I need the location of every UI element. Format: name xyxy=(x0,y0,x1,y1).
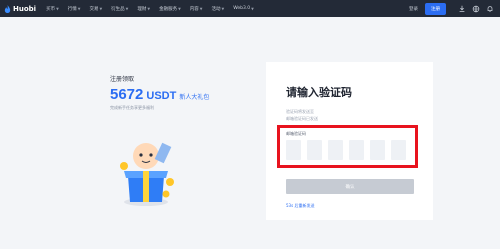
nav-item-finance[interactable]: 金融服务 ▼ xyxy=(159,6,181,12)
nav-label: 活动 xyxy=(211,6,221,12)
resend-code-link[interactable]: 53s 后重新发送 xyxy=(286,203,314,209)
chevron-down-icon: ▼ xyxy=(178,6,181,11)
chevron-down-icon: ▼ xyxy=(77,6,81,11)
send-info-text: 验证码将发送至 xyxy=(286,109,314,114)
promo-gift-label: 新人大礼包 xyxy=(179,94,210,101)
confirm-button[interactable]: 确认 xyxy=(286,179,414,194)
nav-label: 内容 xyxy=(189,6,199,12)
promo-subtitle: 完成新手任务享更多福利 xyxy=(110,105,154,110)
top-navbar: Huobi 买币 ▼ 行情 ▼ 交易 ▼ 衍生品 ▼ 理财 ▼ 金融服务 ▼ 内容 ▼ 活动 ▼… xyxy=(0,0,500,17)
promo-unit: USDT xyxy=(146,90,177,102)
nav-label: 行情 xyxy=(67,6,77,12)
chevron-down-icon: ▼ xyxy=(251,6,254,11)
download-icon[interactable] xyxy=(458,5,466,13)
main-nav: 买币 ▼ 行情 ▼ 交易 ▼ 衍生品 ▼ 理财 ▼ 金融服务 ▼ 内容 ▼ 活动 ▼ Web3.… xyxy=(46,6,263,12)
register-button[interactable]: 注册 xyxy=(425,2,446,15)
nav-label: 交易 xyxy=(89,6,99,12)
nav-label: 理财 xyxy=(137,6,147,12)
nav-item-derivatives[interactable]: 衍生品 ▼ xyxy=(111,6,128,12)
header-actions: 登录 注册 xyxy=(409,0,494,17)
mascot-gift-illustration xyxy=(120,142,174,206)
promo-amount: 5672 xyxy=(110,86,144,103)
brand-logo[interactable]: Huobi xyxy=(4,4,37,13)
brand-name: Huobi xyxy=(13,4,37,13)
nav-item-content[interactable]: 内容 ▼ xyxy=(190,6,203,12)
promo-section: 注册领取 5672 USDT 新人大礼包 完成新手任务享更多福利 xyxy=(110,74,209,111)
nav-label: 金融服务 xyxy=(159,6,178,12)
nav-item-trade[interactable]: 交易 ▼ xyxy=(89,6,102,12)
nav-label: 衍生品 xyxy=(111,6,125,12)
nav-item-web3[interactable]: Web3.0 ▼ xyxy=(233,6,254,11)
sent-info-text: 邮箱验证码已发送 xyxy=(286,116,318,121)
nav-item-events[interactable]: 活动 ▼ xyxy=(211,6,224,12)
globe-icon[interactable] xyxy=(472,5,480,13)
highlight-box xyxy=(277,125,418,168)
nav-label: Web3.0 xyxy=(233,6,251,11)
login-link[interactable]: 登录 xyxy=(409,6,418,12)
chevron-down-icon: ▼ xyxy=(147,6,151,11)
chevron-down-icon: ▼ xyxy=(125,6,129,11)
chevron-down-icon: ▼ xyxy=(56,6,59,11)
nav-item-earn[interactable]: 理财 ▼ xyxy=(137,6,150,12)
nav-label: 买币 xyxy=(46,6,56,12)
nav-item-buy[interactable]: 买币 ▼ xyxy=(46,6,59,12)
flame-logo-icon xyxy=(4,4,11,13)
promo-amount-row: 5672 USDT 新人大礼包 xyxy=(110,86,209,103)
promo-title: 注册领取 xyxy=(110,76,135,83)
chevron-down-icon: ▼ xyxy=(199,6,203,11)
notification-icon[interactable] xyxy=(486,5,494,13)
chevron-down-icon: ▼ xyxy=(221,6,225,11)
chevron-down-icon: ▼ xyxy=(99,6,103,11)
page-title: 请输入验证码 xyxy=(286,86,352,99)
nav-item-markets[interactable]: 行情 ▼ xyxy=(68,6,81,12)
